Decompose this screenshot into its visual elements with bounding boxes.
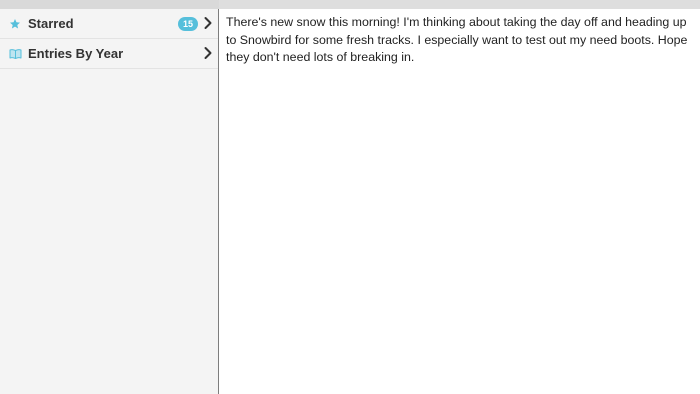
sidebar-toolbar — [0, 0, 219, 9]
sidebar-item-label: Starred — [28, 16, 74, 31]
sidebar-item-label: Entries By Year — [28, 46, 124, 61]
chevron-right-icon — [203, 46, 213, 60]
sidebar-item-starred[interactable]: Starred 15 — [0, 9, 218, 39]
journal-app: Starred 15 Entries By Year There's new s… — [0, 0, 700, 394]
sidebar: Starred 15 Entries By Year — [0, 9, 219, 394]
count-badge: 15 — [178, 17, 198, 31]
star-icon — [8, 17, 22, 31]
chevron-right-icon — [203, 16, 213, 30]
entry-body-text[interactable]: There's new snow this morning! I'm think… — [226, 14, 688, 67]
sidebar-item-entries-by-year[interactable]: Entries By Year — [0, 39, 218, 69]
book-icon — [8, 47, 22, 61]
entry-content[interactable]: There's new snow this morning! I'm think… — [219, 9, 700, 394]
